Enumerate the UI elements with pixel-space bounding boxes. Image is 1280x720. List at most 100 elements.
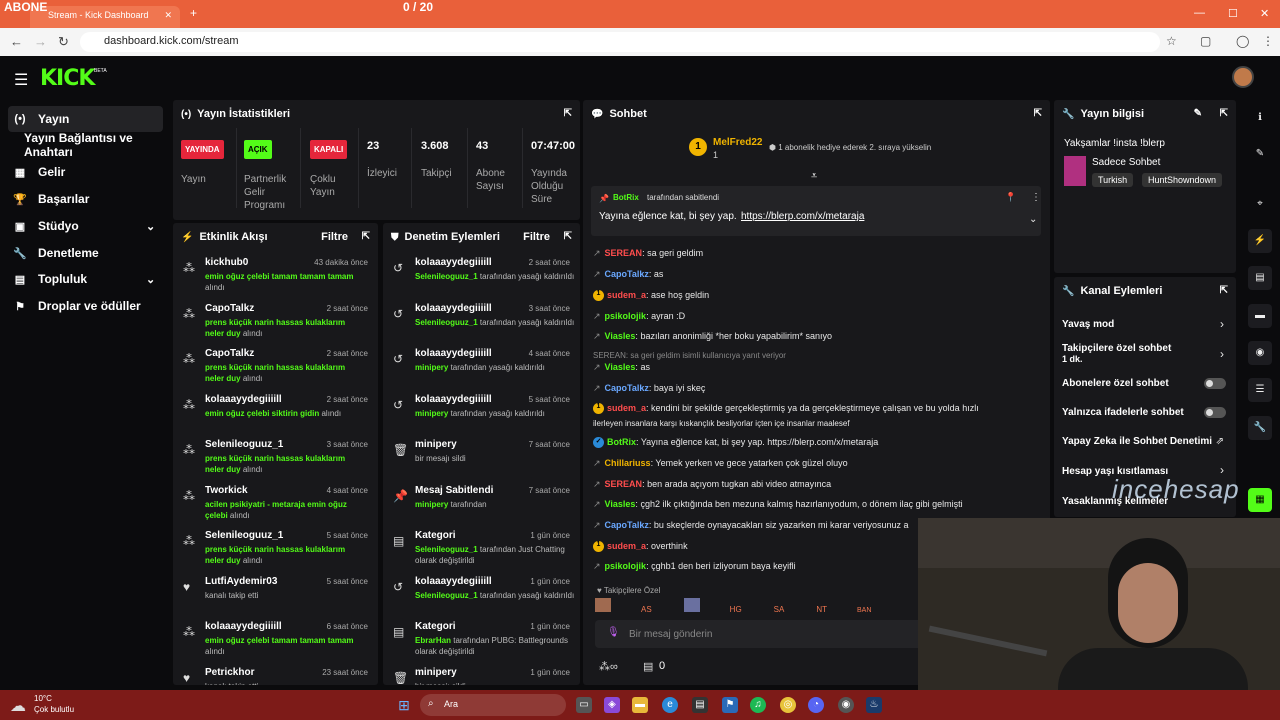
feed-row-name[interactable]: kolaaayydegiiiill bbox=[415, 348, 492, 359]
feed-row-name[interactable]: CapoTalkz bbox=[205, 348, 254, 359]
focus-icon[interactable]: ⌖ bbox=[1248, 192, 1272, 216]
subs-only-toggle[interactable] bbox=[1204, 378, 1226, 389]
menu-dots-icon[interactable]: ⋮ bbox=[1262, 34, 1274, 48]
feed-row[interactable]: ⁂ Selenileoguuz_1 5 saat önce prens küçük n… bbox=[173, 526, 378, 571]
chat-message[interactable]: ↗ psikolojik: çghb1 den beri izliyorum ba… bbox=[593, 561, 796, 572]
chat-message[interactable]: 1 sudem_a: ase hoş geldin bbox=[593, 290, 709, 302]
task-view-icon[interactable]: ▭ bbox=[576, 697, 592, 713]
discord-icon[interactable]: ◔ bbox=[808, 697, 824, 713]
chat-username[interactable]: SEREAN bbox=[605, 248, 643, 258]
feed-row[interactable]: ⁂ CapoTalkz 2 saat önce prens küçük narin h… bbox=[173, 299, 378, 344]
feed-row-name[interactable]: Selenileoguuz_1 bbox=[205, 439, 283, 450]
feed-row-name[interactable]: kolaaayydegiiiill bbox=[415, 257, 492, 268]
extensions-icon[interactable]: ▢ bbox=[1200, 34, 1211, 48]
feed-row[interactable]: ⁂ kickhub0 43 dakika önce emin oğuz çelebi … bbox=[173, 253, 378, 298]
feed-row[interactable]: ↺ kolaaayydegiiiill 2 saat önce Selenileogu… bbox=[383, 253, 580, 298]
forward-icon[interactable]: → bbox=[34, 34, 47, 49]
feed-row[interactable]: ▤ Kategori 1 gün önce EbrarHan tarafından P… bbox=[383, 617, 580, 662]
feed-row-name[interactable]: Tworkick bbox=[205, 485, 248, 496]
chevron-right-icon[interactable]: › bbox=[1220, 317, 1224, 331]
action-ai-moderation[interactable]: Yapay Zeka ile Sohbet Denetimi bbox=[1062, 436, 1232, 447]
chat-message[interactable]: ↗ SEREAN: sa geri geldim bbox=[593, 248, 703, 259]
feed-row[interactable]: ↺ kolaaayydegiiiill 3 saat önce Selenileogu… bbox=[383, 299, 580, 344]
chat-username[interactable]: BotRix bbox=[607, 437, 636, 447]
folder-icon[interactable]: ▬ bbox=[632, 697, 648, 713]
emote-row[interactable]: AS HG SA NT BAN bbox=[595, 598, 925, 616]
chat-username[interactable]: sudem_a bbox=[607, 541, 646, 551]
gift-cta[interactable]: ⬢ 1 abonelik hediye ederek 2. sıraya yük… bbox=[769, 143, 931, 152]
chat-message[interactable]: ↗ Viasles: bazıları anonimliği *her boku … bbox=[593, 331, 832, 342]
feed-row-name[interactable]: kickhub0 bbox=[205, 257, 248, 268]
feed-row[interactable]: ⁂ kolaaayydegiiiill 6 saat önce emin oğuz ç… bbox=[173, 617, 378, 662]
bookmark-star-icon[interactable]: ☆ bbox=[1166, 34, 1177, 48]
steam-icon[interactable]: ♨ bbox=[866, 697, 882, 713]
chat-username[interactable]: CapoTalkz bbox=[605, 269, 649, 279]
feed-row[interactable]: ⁂ Selenileoguuz_1 3 saat önce prens küçük n… bbox=[173, 435, 378, 480]
tag-chip[interactable]: HuntShowndown bbox=[1142, 173, 1223, 187]
feed-row[interactable]: ↺ kolaaayydegiiiill 4 saat önce minipery ta… bbox=[383, 344, 580, 389]
new-tab-icon[interactable]: + bbox=[190, 6, 197, 20]
chat-username[interactable]: Viasles bbox=[605, 331, 636, 341]
chevron-right-icon[interactable]: › bbox=[1220, 347, 1224, 361]
external-link-icon[interactable]: ⇗ bbox=[1216, 436, 1224, 447]
broadcast-icon[interactable]: ◉ bbox=[1248, 341, 1272, 365]
chat-message[interactable]: ↗ psikolojik: ayran :D bbox=[593, 311, 685, 322]
feed-row-name[interactable]: kolaaayydegiiiill bbox=[415, 394, 492, 405]
chat-message[interactable]: ↗ Viasles: çgh2 ilk çıktığında ben mezuna… bbox=[593, 499, 963, 510]
tab-close-icon[interactable]: ✕ bbox=[164, 10, 172, 28]
windows-start-icon[interactable]: ⊞ bbox=[396, 697, 412, 713]
feed-row-name[interactable]: minipery bbox=[415, 439, 457, 450]
pinned-link[interactable]: https://blerp.com/x/metaraja bbox=[741, 211, 864, 222]
chat-message[interactable]: 1 sudem_a: overthink bbox=[593, 541, 688, 553]
feed-row-name[interactable]: minipery bbox=[415, 667, 457, 678]
filter-button[interactable]: Filtre bbox=[523, 231, 550, 243]
feed-row[interactable]: 📌 Mesaj Sabitlendi 7 saat önce minipery tar… bbox=[383, 481, 580, 526]
feed-row-name[interactable]: kolaaayydegiiiill bbox=[415, 576, 492, 587]
feed-row[interactable]: 🗑 minipery 7 saat önce bir mesajı sildi bbox=[383, 435, 580, 480]
chat-message[interactable]: ↗ SEREAN: ben arada açıyom tugkan abi vid… bbox=[593, 479, 831, 490]
emote[interactable] bbox=[595, 598, 611, 612]
wrench-icon[interactable]: 🔧 bbox=[1248, 416, 1272, 440]
feed-row-name[interactable]: Petrickhor bbox=[205, 667, 254, 678]
maximize-icon[interactable]: ☐ bbox=[1228, 7, 1238, 20]
collapse-icon[interactable]: ⩡ bbox=[811, 170, 817, 183]
chrome-icon[interactable]: ◎ bbox=[780, 697, 796, 713]
pencil-icon[interactable]: ✎ bbox=[1248, 142, 1272, 166]
chat-username[interactable]: CapoTalkz bbox=[605, 383, 649, 393]
spotify-icon[interactable]: ♫ bbox=[750, 697, 766, 713]
popout-icon[interactable]: ⇱ bbox=[362, 231, 370, 242]
feed-row-name[interactable]: LutfiAydemir03 bbox=[205, 576, 277, 587]
profile-icon[interactable]: ◯ bbox=[1236, 34, 1249, 48]
taskbar-search[interactable]: ⌕ Ara bbox=[420, 694, 566, 716]
feed-row[interactable]: ↺ kolaaayydegiiiill 1 gün önce Selenileoguu… bbox=[383, 572, 580, 617]
feed-row-name[interactable]: kolaaayydegiiiill bbox=[415, 303, 492, 314]
filter-button[interactable]: Filtre bbox=[321, 231, 348, 243]
popout-icon[interactable]: ⇱ bbox=[564, 108, 572, 119]
chat-message[interactable]: ↗ CapoTalkz: bu skeçlerde oynayacakları s… bbox=[593, 520, 909, 531]
close-window-icon[interactable]: ✕ bbox=[1260, 7, 1269, 20]
chat-message[interactable]: SEREAN: sa geri geldim isimli kullanıcıy… bbox=[593, 350, 786, 360]
popout-icon[interactable]: ⇱ bbox=[1034, 108, 1042, 119]
app-icon[interactable]: ⚑ bbox=[722, 697, 738, 713]
category-name[interactable]: Sadece Sohbet bbox=[1092, 157, 1160, 168]
chat-username[interactable]: CapoTalkz bbox=[605, 520, 649, 530]
chat-message[interactable]: ✓ BotRix: Yayına eğlence kat, bi şey yap.… bbox=[593, 437, 878, 449]
sidebar-item-topluluk[interactable]: ▤ Topluluk ⌄ bbox=[8, 266, 155, 292]
feed-row[interactable]: ⁂ CapoTalkz 2 saat önce prens küçük narin h… bbox=[173, 344, 378, 389]
chat-message[interactable]: ↗ CapoTalkz: as bbox=[593, 269, 663, 280]
url-field[interactable]: dashboard.kick.com/stream bbox=[80, 32, 1160, 52]
chat-message[interactable]: ↗ CapoTalkz: baya iyi skeç bbox=[593, 383, 705, 394]
popout-icon[interactable]: ⇱ bbox=[1220, 108, 1228, 119]
chat-message[interactable]: ilerleyen insanlara karşı kıskançlık bes… bbox=[593, 418, 850, 428]
chat-username[interactable]: SEREAN bbox=[605, 479, 643, 489]
chat-icon[interactable]: ▬ bbox=[1248, 304, 1272, 328]
emote[interactable]: BAN bbox=[857, 607, 871, 614]
browser-tab[interactable]: Stream - Kick Dashboard ✕ bbox=[30, 6, 180, 28]
feed-row-name[interactable]: Kategori bbox=[415, 530, 456, 541]
feed-row[interactable]: ♥ Petrickhor 23 saat önce kanalı takip ett… bbox=[173, 663, 378, 686]
feed-row-name[interactable]: kolaaayydegiiiill bbox=[205, 394, 282, 405]
chat-message[interactable]: 1 sudem_a: kendini bir şekilde gerçekleşt… bbox=[593, 403, 979, 415]
app-icon[interactable]: ▤ bbox=[692, 697, 708, 713]
kick-logo[interactable]: KICK bbox=[40, 66, 95, 91]
sidebar-item-droplar[interactable]: ⚑ Droplar ve ödüller bbox=[8, 293, 141, 319]
